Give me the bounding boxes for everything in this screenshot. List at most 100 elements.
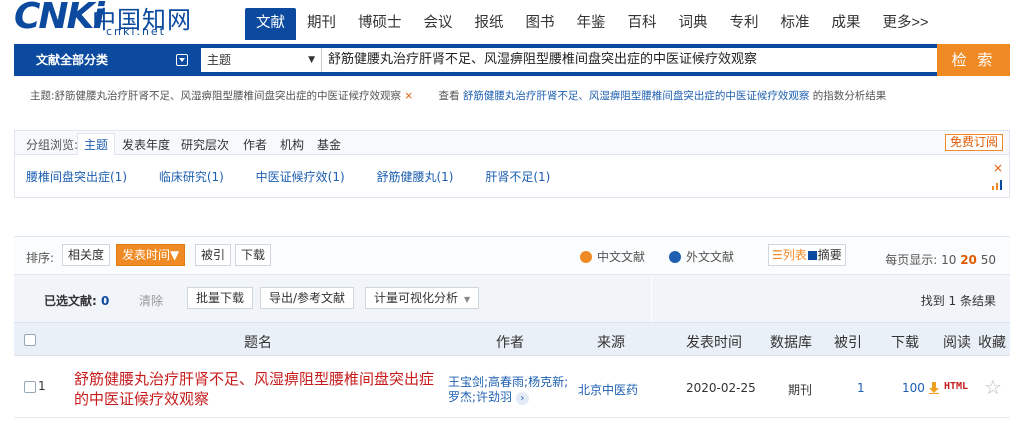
category-dropdown-icon[interactable]: [176, 54, 188, 66]
table-row: 1 舒筋健腰丸治疗肝肾不足、风湿痹阻型腰椎间盘突出症的中医证候疗效观察 王宝剑;…: [14, 356, 1010, 418]
cnki-logo[interactable]: CNKi 中国知网 cnki.net: [14, 0, 214, 40]
tab-fund[interactable]: 基金: [317, 136, 341, 153]
nav-item-more[interactable]: 更多>>: [872, 8, 940, 40]
batch-download-button[interactable]: 批量下载: [187, 287, 254, 309]
search-input[interactable]: 舒筋健腰丸治疗肝肾不足、风湿痹阻型腰椎间盘突出症的中医证候疗效观察: [321, 48, 947, 72]
article-title-link[interactable]: 舒筋健腰丸治疗肝肾不足、风湿痹阻型腰椎间盘突出症的中医证候疗效观察: [74, 369, 444, 409]
nav-item-yearbooks[interactable]: 年鉴: [566, 8, 617, 40]
select-all-checkbox[interactable]: [24, 334, 36, 346]
sort-bar: 排序: 相关度 发表时间▼ 被引 下载 中文文献 外文文献 ☰列表 摘要 每页显示…: [14, 236, 1010, 274]
group-browse-label: 分组浏览:: [26, 138, 79, 152]
authors-line-1[interactable]: 王宝剑;高春雨;杨克新;: [448, 375, 568, 389]
download-cell[interactable]: 100: [902, 381, 939, 395]
facet-item[interactable]: 中医证候疗效(1): [256, 170, 345, 184]
tab-year[interactable]: 发表年度: [122, 136, 170, 153]
nav-item-encyclopedia[interactable]: 百科: [617, 8, 668, 40]
query-condition: 主题:舒筋健腰丸治疗肝肾不足、风湿痹阻型腰椎间盘突出症的中医证候疗效观察: [30, 90, 402, 102]
per-page-20[interactable]: 20: [960, 253, 977, 267]
column-citations[interactable]: 被引: [834, 332, 862, 352]
per-page-10[interactable]: 10: [941, 253, 956, 267]
foreign-docs-button[interactable]: 外文文献: [669, 248, 734, 265]
clear-button[interactable]: 清除: [139, 292, 163, 309]
favorite-star-icon[interactable]: ☆: [984, 375, 1002, 399]
nav-item-standards[interactable]: 标准: [770, 8, 821, 40]
sort-relevance-button[interactable]: 相关度: [62, 244, 111, 266]
chart-icon[interactable]: [991, 180, 1003, 190]
close-icon[interactable]: ×: [993, 161, 1003, 175]
sort-downloads-button[interactable]: 下载: [235, 244, 272, 266]
index-view-prefix: 查看: [438, 90, 460, 102]
index-analysis-link[interactable]: 舒筋健腰丸治疗肝肾不足、风湿痹阻型腰椎间盘突出症的中医证候疗效观察: [463, 90, 810, 102]
row-number: 1: [38, 379, 46, 393]
chinese-docs-icon: [580, 251, 592, 263]
column-author[interactable]: 作者: [496, 332, 524, 352]
download-count: 100: [902, 381, 925, 395]
citation-count[interactable]: 1: [857, 381, 865, 395]
selected-count: 0: [101, 294, 110, 308]
nav-item-theses[interactable]: 博硕士: [347, 8, 413, 40]
source-link[interactable]: 北京中医药: [578, 381, 638, 398]
facet-item[interactable]: 腰椎间盘突出症(1): [26, 170, 127, 184]
view-abstract-button[interactable]: 摘要: [818, 248, 842, 262]
database-type: 期刊: [788, 383, 813, 397]
column-favorite: 收藏: [978, 335, 1006, 351]
nav-item-journals[interactable]: 期刊: [296, 8, 347, 40]
sort-citations-button[interactable]: 被引: [195, 244, 232, 266]
tab-institution[interactable]: 机构: [280, 136, 304, 153]
all-categories-button[interactable]: 文献全部分类: [14, 44, 150, 76]
database-nav: 文献 期刊 博硕士 会议 报纸 图书 年鉴 百科 词典 专利 标准 成果 更多>…: [245, 8, 939, 40]
group-facet-list: 腰椎间盘突出症(1) 临床研究(1) 中医证候疗效(1) 舒筋健腰丸(1) 肝肾…: [26, 168, 578, 185]
facet-item[interactable]: 临床研究(1): [159, 170, 224, 184]
tab-topic[interactable]: 主题: [77, 133, 116, 155]
column-downloads[interactable]: 下载: [891, 332, 919, 352]
search-bar: 文献全部分类 主题 ▼ 舒筋健腰丸治疗肝肾不足、风湿痹阻型腰椎间盘突出症的中医证…: [14, 44, 1010, 76]
group-tabs: 分组浏览: 主题 发表年度 研究层次 作者 机构 基金 免费订阅: [15, 131, 1009, 155]
read-html-button[interactable]: HTML: [944, 381, 968, 392]
tab-author[interactable]: 作者: [243, 136, 267, 153]
arrow-down-icon: ▼: [170, 248, 180, 262]
column-database[interactable]: 数据库: [770, 332, 812, 352]
foreign-docs-icon: [669, 251, 681, 263]
chevron-down-icon: ▼: [308, 55, 315, 65]
logo-brand: CNKi: [14, 0, 105, 37]
column-date[interactable]: 发表时间: [686, 332, 742, 352]
abstract-icon: [807, 251, 817, 260]
nav-item-achievements[interactable]: 成果: [821, 8, 872, 40]
query-summary: 主题:舒筋健腰丸治疗肝肾不足、风湿痹阻型腰椎间盘突出症的中医证候疗效观察 × 查…: [30, 88, 886, 103]
visual-analysis-label: 计量可视化分析: [374, 291, 459, 305]
publish-date: 2020-02-25: [686, 381, 756, 395]
selected-docs-text: 已选文献:: [44, 294, 97, 308]
nav-item-literature[interactable]: 文献: [245, 8, 296, 40]
visual-analysis-button[interactable]: 计量可视化分析 ▼: [365, 287, 480, 309]
export-reference-button[interactable]: 导出/参考文献: [260, 287, 355, 309]
selection-bar: 已选文献: 0 清除 批量下载 导出/参考文献 计量可视化分析 ▼ 找到 1 条结…: [14, 274, 1010, 323]
sort-date-button[interactable]: 发表时间▼: [116, 244, 186, 266]
search-button[interactable]: 检 索: [937, 44, 1010, 76]
nav-item-conferences[interactable]: 会议: [413, 8, 464, 40]
nav-item-newspapers[interactable]: 报纸: [464, 8, 515, 40]
nav-item-dictionary[interactable]: 词典: [668, 8, 719, 40]
tab-research-level[interactable]: 研究层次: [181, 136, 229, 153]
divider: [651, 275, 652, 323]
row-checkbox[interactable]: [24, 381, 36, 393]
nav-item-patents[interactable]: 专利: [719, 8, 770, 40]
column-source[interactable]: 来源: [597, 332, 625, 352]
view-list-button[interactable]: 列表: [783, 248, 807, 262]
more-authors-icon[interactable]: ›: [515, 392, 529, 405]
per-page-50[interactable]: 50: [981, 253, 996, 267]
nav-item-books[interactable]: 图书: [515, 8, 566, 40]
remove-condition-icon[interactable]: ×: [404, 90, 413, 102]
chinese-docs-button[interactable]: 中文文献: [580, 248, 645, 265]
facet-item[interactable]: 肝肾不足(1): [485, 170, 550, 184]
search-field-select[interactable]: 主题 ▼: [201, 48, 321, 72]
column-title[interactable]: 题名: [244, 332, 272, 352]
results-table-header: 题名 作者 来源 发表时间 数据库 被引 下载 阅读 收藏: [14, 322, 1010, 356]
download-icon[interactable]: [928, 382, 939, 394]
sort-date-label: 发表时间: [122, 248, 171, 262]
facet-item[interactable]: 舒筋健腰丸(1): [376, 170, 453, 184]
authors-line-2[interactable]: 罗杰;许劲羽: [448, 390, 512, 404]
subscribe-button[interactable]: 免费订阅: [944, 134, 1003, 151]
list-icon: ☰: [772, 248, 783, 262]
view-toggle[interactable]: ☰列表 摘要: [768, 244, 846, 266]
column-read: 阅读: [943, 335, 971, 351]
